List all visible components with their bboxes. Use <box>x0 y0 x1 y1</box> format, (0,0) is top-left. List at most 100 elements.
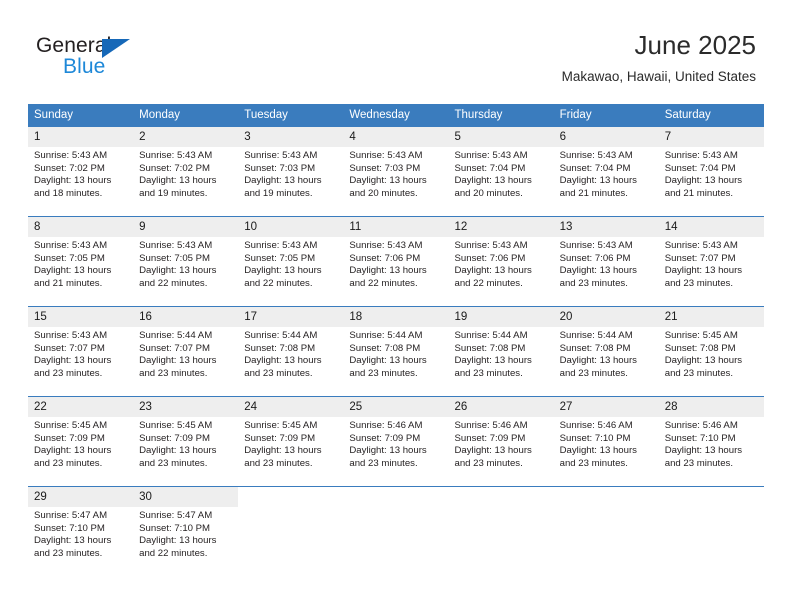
day-cell[interactable]: 21 Sunrise: 5:45 AM Sunset: 7:08 PM Dayl… <box>658 307 764 391</box>
weekday-header-wednesday: Wednesday <box>349 109 410 121</box>
sunset-text: Sunset: 7:08 PM <box>454 342 526 354</box>
daylight-text-line2: and 23 minutes. <box>139 367 208 379</box>
day-number: 12 <box>448 217 554 237</box>
sunrise-text: Sunrise: 5:43 AM <box>139 150 213 161</box>
day-cell[interactable]: 6 Sunrise: 5:43 AM Sunset: 7:04 PM Dayli… <box>553 127 659 211</box>
day-cell[interactable]: 30 Sunrise: 5:47 AM Sunset: 7:10 PM Dayl… <box>133 487 239 571</box>
daylight-text-line1: Daylight: 13 hours <box>139 535 217 547</box>
week-row: 15 Sunrise: 5:43 AM Sunset: 7:07 PM Dayl… <box>28 306 764 391</box>
day-cell[interactable]: 3 Sunrise: 5:43 AM Sunset: 7:03 PM Dayli… <box>238 127 344 211</box>
daylight-text-line2: and 22 minutes. <box>139 547 208 559</box>
day-cell[interactable]: 1 Sunrise: 5:43 AM Sunset: 7:02 PM Dayli… <box>28 127 134 211</box>
day-cell[interactable]: 14 Sunrise: 5:43 AM Sunset: 7:07 PM Dayl… <box>658 217 764 301</box>
sunrise-text: Sunrise: 5:46 AM <box>349 420 423 431</box>
page-header: General Blue June 2025 Makawao, Hawaii, … <box>0 0 792 104</box>
day-number: 21 <box>658 307 764 327</box>
day-cell[interactable]: 18 Sunrise: 5:44 AM Sunset: 7:08 PM Dayl… <box>343 307 449 391</box>
sunrise-text: Sunrise: 5:43 AM <box>664 240 738 251</box>
sunrise-text: Sunrise: 5:46 AM <box>454 420 528 431</box>
day-details: Sunrise: 5:43 AM Sunset: 7:05 PM Dayligh… <box>28 237 133 290</box>
day-details: Sunrise: 5:45 AM Sunset: 7:08 PM Dayligh… <box>659 327 764 380</box>
day-details: Sunrise: 5:43 AM Sunset: 7:04 PM Dayligh… <box>659 147 764 200</box>
weekday-header-saturday: Saturday <box>664 109 711 121</box>
sunset-text: Sunset: 7:08 PM <box>664 342 736 354</box>
day-details: Sunrise: 5:46 AM Sunset: 7:10 PM Dayligh… <box>554 417 659 470</box>
day-cell[interactable]: 22 Sunrise: 5:45 AM Sunset: 7:09 PM Dayl… <box>28 397 134 481</box>
day-cell[interactable]: 26 Sunrise: 5:46 AM Sunset: 7:09 PM Dayl… <box>448 397 554 481</box>
sunrise-text: Sunrise: 5:45 AM <box>34 420 108 431</box>
sunset-text: Sunset: 7:09 PM <box>139 432 211 444</box>
sunrise-text: Sunrise: 5:43 AM <box>349 150 423 161</box>
day-cell[interactable]: 13 Sunrise: 5:43 AM Sunset: 7:06 PM Dayl… <box>553 217 659 301</box>
day-number: 13 <box>553 217 659 237</box>
day-cell[interactable]: 15 Sunrise: 5:43 AM Sunset: 7:07 PM Dayl… <box>28 307 134 391</box>
day-details: Sunrise: 5:43 AM Sunset: 7:03 PM Dayligh… <box>343 147 448 200</box>
day-details: Sunrise: 5:43 AM Sunset: 7:03 PM Dayligh… <box>238 147 343 200</box>
day-details: Sunrise: 5:44 AM Sunset: 7:07 PM Dayligh… <box>133 327 238 380</box>
day-details: Sunrise: 5:47 AM Sunset: 7:10 PM Dayligh… <box>28 507 133 560</box>
day-cell[interactable]: 9 Sunrise: 5:43 AM Sunset: 7:05 PM Dayli… <box>133 217 239 301</box>
day-cell[interactable]: 27 Sunrise: 5:46 AM Sunset: 7:10 PM Dayl… <box>553 397 659 481</box>
daylight-text-line1: Daylight: 13 hours <box>559 175 637 187</box>
day-number: 27 <box>553 397 659 417</box>
day-number: 2 <box>133 127 239 147</box>
day-cell[interactable]: 2 Sunrise: 5:43 AM Sunset: 7:02 PM Dayli… <box>133 127 239 211</box>
daylight-text-line2: and 23 minutes. <box>559 457 628 469</box>
sunrise-text: Sunrise: 5:43 AM <box>139 240 213 251</box>
day-number: 5 <box>448 127 554 147</box>
day-cell[interactable]: 8 Sunrise: 5:43 AM Sunset: 7:05 PM Dayli… <box>28 217 134 301</box>
sunrise-text: Sunrise: 5:44 AM <box>244 330 318 341</box>
day-number: 26 <box>448 397 554 417</box>
day-cell[interactable]: 29 Sunrise: 5:47 AM Sunset: 7:10 PM Dayl… <box>28 487 134 571</box>
sunrise-text: Sunrise: 5:45 AM <box>664 330 738 341</box>
sunrise-text: Sunrise: 5:44 AM <box>139 330 213 341</box>
daylight-text-line1: Daylight: 13 hours <box>139 265 217 277</box>
daylight-text-line1: Daylight: 13 hours <box>349 355 427 367</box>
daylight-text-line1: Daylight: 13 hours <box>664 265 743 277</box>
sunset-text: Sunset: 7:09 PM <box>454 432 526 444</box>
day-cell[interactable]: 7 Sunrise: 5:43 AM Sunset: 7:04 PM Dayli… <box>658 127 764 211</box>
sunset-text: Sunset: 7:09 PM <box>349 432 421 444</box>
day-number <box>554 487 659 507</box>
sunrise-text: Sunrise: 5:45 AM <box>244 420 318 431</box>
day-number: 10 <box>238 217 344 237</box>
daylight-text-line2: and 23 minutes. <box>34 547 103 559</box>
day-cell[interactable]: 19 Sunrise: 5:44 AM Sunset: 7:08 PM Dayl… <box>448 307 554 391</box>
day-cell[interactable]: 25 Sunrise: 5:46 AM Sunset: 7:09 PM Dayl… <box>343 397 449 481</box>
daylight-text-line2: and 23 minutes. <box>349 457 418 469</box>
sunrise-text: Sunrise: 5:43 AM <box>559 150 633 161</box>
day-number: 8 <box>28 217 134 237</box>
daylight-text-line1: Daylight: 13 hours <box>349 175 427 187</box>
day-cell[interactable]: 4 Sunrise: 5:43 AM Sunset: 7:03 PM Dayli… <box>343 127 449 211</box>
day-details: Sunrise: 5:43 AM Sunset: 7:06 PM Dayligh… <box>343 237 448 290</box>
daylight-text-line2: and 23 minutes. <box>559 367 628 379</box>
day-number: 23 <box>133 397 239 417</box>
day-cell[interactable]: 16 Sunrise: 5:44 AM Sunset: 7:07 PM Dayl… <box>133 307 239 391</box>
sunset-text: Sunset: 7:07 PM <box>34 342 105 354</box>
day-cell[interactable]: 11 Sunrise: 5:43 AM Sunset: 7:06 PM Dayl… <box>343 217 449 301</box>
daylight-text-line2: and 22 minutes. <box>244 277 313 289</box>
day-number <box>449 487 554 507</box>
daylight-text-line2: and 22 minutes. <box>349 277 418 289</box>
daylight-text-line1: Daylight: 13 hours <box>34 355 112 367</box>
day-details: Sunrise: 5:44 AM Sunset: 7:08 PM Dayligh… <box>238 327 343 380</box>
day-cell[interactable]: 20 Sunrise: 5:44 AM Sunset: 7:08 PM Dayl… <box>553 307 659 391</box>
day-cell[interactable]: 24 Sunrise: 5:45 AM Sunset: 7:09 PM Dayl… <box>238 397 344 481</box>
day-cell[interactable]: 23 Sunrise: 5:45 AM Sunset: 7:09 PM Dayl… <box>133 397 239 481</box>
day-number: 29 <box>28 487 134 507</box>
day-number: 15 <box>28 307 134 327</box>
day-cell[interactable]: 5 Sunrise: 5:43 AM Sunset: 7:04 PM Dayli… <box>448 127 554 211</box>
day-number: 19 <box>448 307 554 327</box>
day-cell[interactable]: 17 Sunrise: 5:44 AM Sunset: 7:08 PM Dayl… <box>238 307 344 391</box>
day-cell[interactable]: 12 Sunrise: 5:43 AM Sunset: 7:06 PM Dayl… <box>448 217 554 301</box>
daylight-text-line2: and 23 minutes. <box>454 457 523 469</box>
sunset-text: Sunset: 7:04 PM <box>559 162 631 174</box>
day-cell[interactable]: 28 Sunrise: 5:46 AM Sunset: 7:10 PM Dayl… <box>658 397 764 481</box>
day-details: Sunrise: 5:43 AM Sunset: 7:04 PM Dayligh… <box>449 147 554 200</box>
sunset-text: Sunset: 7:10 PM <box>139 522 211 534</box>
daylight-text-line1: Daylight: 13 hours <box>559 445 637 457</box>
daylight-text-line1: Daylight: 13 hours <box>454 265 532 277</box>
day-details: Sunrise: 5:44 AM Sunset: 7:08 PM Dayligh… <box>449 327 554 380</box>
day-details: Sunrise: 5:43 AM Sunset: 7:02 PM Dayligh… <box>133 147 238 200</box>
day-cell[interactable]: 10 Sunrise: 5:43 AM Sunset: 7:05 PM Dayl… <box>238 217 344 301</box>
